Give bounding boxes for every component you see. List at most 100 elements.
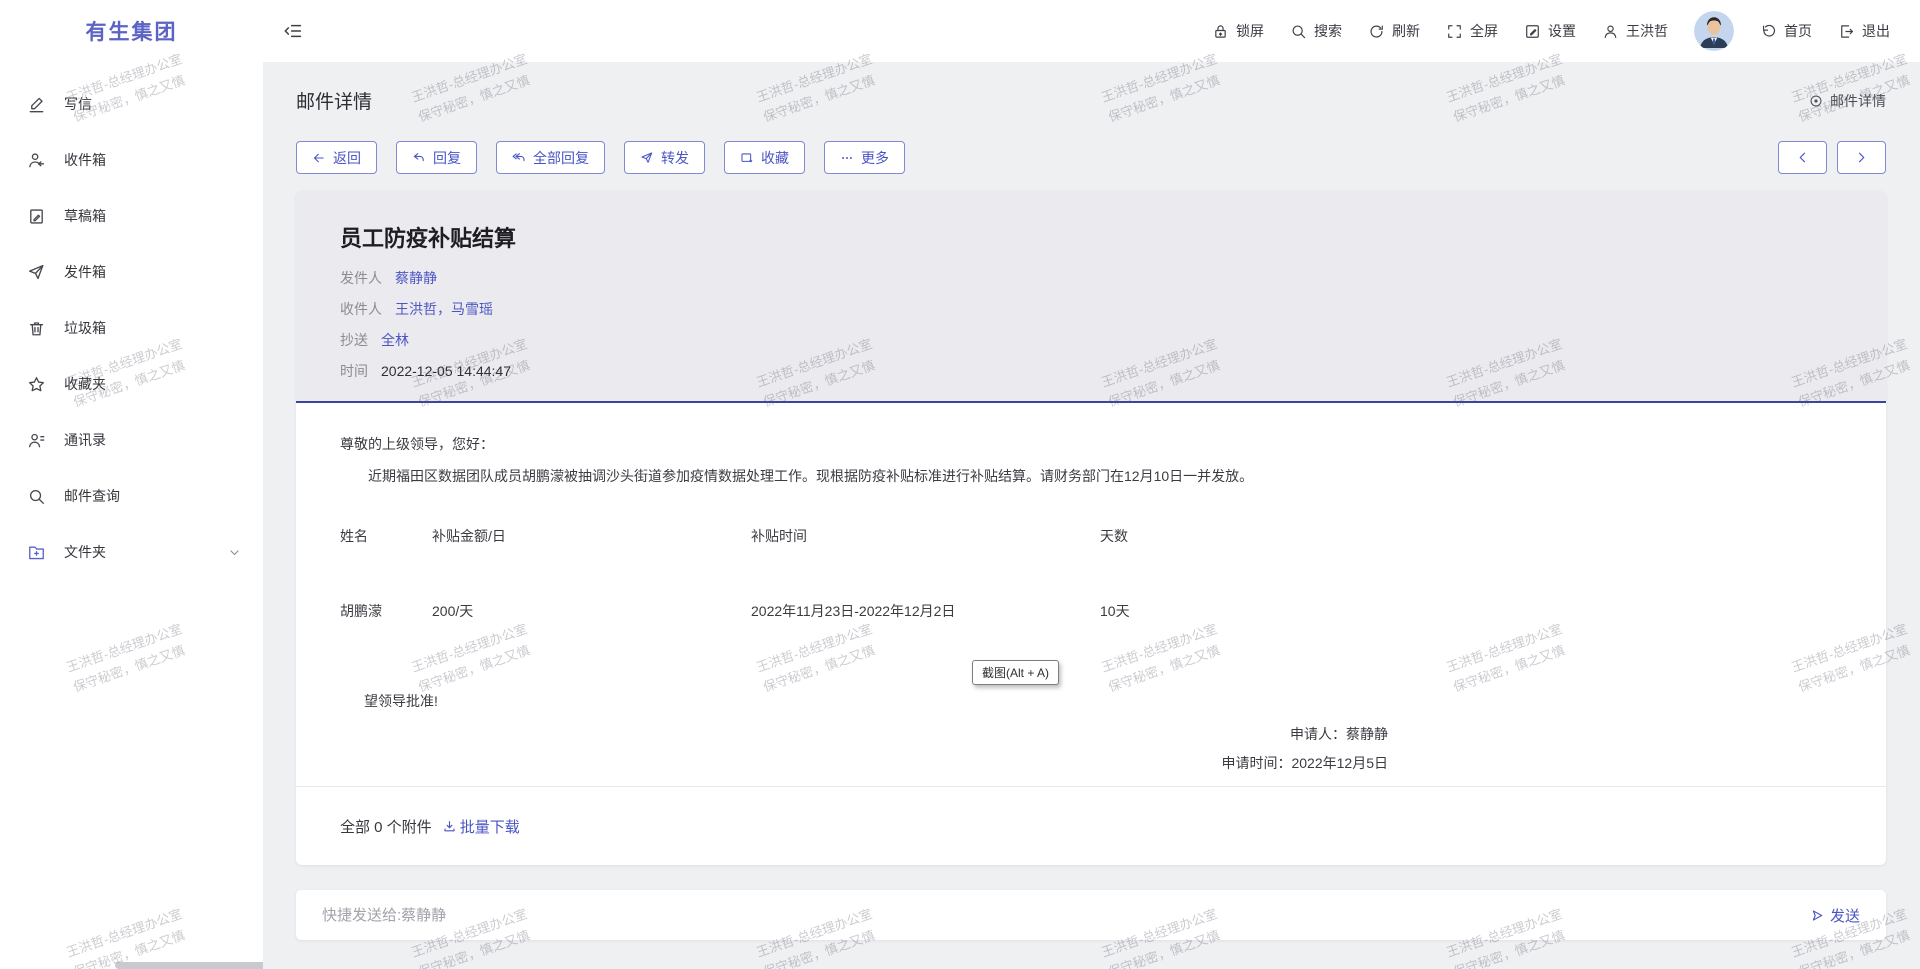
batch-download-link[interactable]: 批量下载 — [442, 816, 520, 837]
topbar-actions: 锁屏 搜索 刷新 全屏 设置 — [1212, 11, 1890, 51]
sidebar-item-compose[interactable]: 写信 — [0, 76, 263, 132]
prev-mail-button[interactable] — [1778, 141, 1827, 174]
reply-all-button[interactable]: 全部回复 — [496, 141, 605, 174]
mail-time-row: 时间2022-12-05 14:44:47 — [340, 356, 1842, 387]
quick-send-bar: 发送 — [296, 890, 1886, 940]
table-header-cell: 补贴时间 — [751, 525, 1100, 547]
attachment-bar: 全部 0 个附件 批量下载 — [296, 787, 1886, 865]
send-triangle-icon — [1810, 908, 1825, 923]
topbar-item-label: 首页 — [1784, 21, 1812, 41]
reply-arrow-icon — [412, 151, 426, 165]
star-icon — [27, 375, 46, 394]
reply-all-arrow-icon — [512, 151, 526, 165]
sidebar-item-drafts[interactable]: 草稿箱 — [0, 188, 263, 244]
paper-plane-icon — [640, 151, 654, 165]
page-title: 邮件详情 — [296, 87, 372, 114]
topbar-item-lockscreen[interactable]: 锁屏 — [1212, 21, 1264, 41]
cc-contact-link[interactable]: 全林 — [381, 332, 409, 348]
sidebar-item-label: 垃圾箱 — [64, 318, 106, 338]
chevron-left-icon — [1796, 151, 1809, 164]
to-contact-links[interactable]: 王洪哲，马雪瑶 — [395, 301, 493, 317]
topbar-item-label: 锁屏 — [1236, 21, 1264, 41]
sidebar-item-mail-search[interactable]: 邮件查询 — [0, 468, 263, 524]
sidebar-item-label: 文件夹 — [64, 542, 106, 562]
lock-icon — [1212, 23, 1229, 40]
table-cell: 胡鹏濛 — [340, 600, 432, 622]
mail-cc-row: 抄送全林 — [340, 325, 1842, 356]
ellipsis-icon — [840, 151, 854, 165]
content-area: 邮件详情 邮件详情 返回 回复 — [263, 62, 1920, 969]
undo-arrow-icon — [1760, 23, 1777, 40]
app-root: 有生集团 写信 收件箱 草稿箱 发件箱 垃圾箱 — [0, 0, 1920, 969]
table-header-cell: 补贴金额/日 — [432, 525, 751, 547]
button-label: 更多 — [861, 148, 889, 168]
from-contact-link[interactable]: 蔡静静 — [395, 270, 437, 286]
from-label: 发件人 — [340, 270, 382, 286]
chevron-down-icon[interactable] — [228, 546, 241, 559]
user-avatar[interactable] — [1694, 11, 1734, 51]
menu-fold-icon[interactable] — [283, 21, 303, 41]
arrow-left-icon — [312, 151, 326, 165]
topbar-item-logout[interactable]: 退出 — [1838, 21, 1890, 41]
sidebar-item-label: 收藏夹 — [64, 374, 106, 394]
mail-table-header: 姓名 补贴金额/日 补贴时间 天数 — [340, 525, 1388, 547]
reply-button[interactable]: 回复 — [396, 141, 477, 174]
topbar-item-home[interactable]: 首页 — [1760, 21, 1812, 41]
main-column: 锁屏 搜索 刷新 全屏 设置 — [263, 0, 1920, 969]
topbar-item-refresh[interactable]: 刷新 — [1368, 21, 1420, 41]
sidebar-item-label: 发件箱 — [64, 262, 106, 282]
topbar-item-label: 搜索 — [1314, 21, 1342, 41]
mail-paragraph: 近期福田区数据团队成员胡鹏濛被抽调沙头街道参加疫情数据处理工作。现根据防疫补贴标… — [340, 465, 1388, 487]
sidebar-item-label: 邮件查询 — [64, 486, 120, 506]
quick-send-input[interactable] — [322, 907, 1810, 924]
refresh-icon — [1368, 23, 1385, 40]
topbar: 锁屏 搜索 刷新 全屏 设置 — [263, 0, 1920, 62]
sidebar-item-contacts[interactable]: 通讯录 — [0, 412, 263, 468]
topbar-item-profile[interactable]: 王洪哲 — [1602, 21, 1668, 41]
table-header-cell: 天数 — [1100, 525, 1388, 547]
next-mail-button[interactable] — [1837, 141, 1886, 174]
content-header: 邮件详情 邮件详情 — [296, 62, 1886, 114]
download-icon — [442, 819, 457, 834]
button-label: 回复 — [433, 148, 461, 168]
sidebar-item-inbox[interactable]: 收件箱 — [0, 132, 263, 188]
mail-from-row: 发件人蔡静静 — [340, 263, 1842, 294]
favorite-button[interactable]: 收藏 — [724, 141, 805, 174]
mail-closing: 望领导批准! — [340, 690, 1388, 712]
topbar-item-search[interactable]: 搜索 — [1290, 21, 1342, 41]
mail-body: 尊敬的上级领导，您好： 近期福田区数据团队成员胡鹏濛被抽调沙头街道参加疫情数据处… — [296, 403, 1886, 778]
sidebar-item-folders[interactable]: 文件夹 — [0, 524, 263, 580]
sidebar-item-trash[interactable]: 垃圾箱 — [0, 300, 263, 356]
sidebar-item-sent[interactable]: 发件箱 — [0, 244, 263, 300]
topbar-item-label: 设置 — [1548, 21, 1576, 41]
button-label: 收藏 — [761, 148, 789, 168]
batch-download-label: 批量下载 — [460, 816, 520, 837]
sidebar-item-label: 收件箱 — [64, 150, 106, 170]
attachment-summary: 全部 0 个附件 — [340, 816, 432, 837]
mail-greeting: 尊敬的上级领导，您好： — [340, 433, 1388, 455]
mail-card: 员工防疫补贴结算 发件人蔡静静 收件人王洪哲，马雪瑶 抄送全林 时间2022-1… — [296, 191, 1886, 865]
mail-signature: 申请人：蔡静静 申请时间：2022年12月5日 — [340, 720, 1388, 778]
sidebar-item-label: 草稿箱 — [64, 206, 106, 226]
topbar-item-fullscreen[interactable]: 全屏 — [1446, 21, 1498, 41]
button-label: 全部回复 — [533, 148, 589, 168]
to-label: 收件人 — [340, 301, 382, 317]
trash-icon — [27, 319, 46, 338]
topbar-item-settings[interactable]: 设置 — [1524, 21, 1576, 41]
mail-pager — [1778, 141, 1886, 174]
button-label: 转发 — [661, 148, 689, 168]
send-button[interactable]: 发送 — [1810, 905, 1860, 926]
inbox-icon — [27, 151, 46, 170]
table-header-cell: 姓名 — [340, 525, 432, 547]
horizontal-scrollbar-thumb[interactable] — [115, 962, 266, 969]
more-button[interactable]: 更多 — [824, 141, 905, 174]
back-button[interactable]: 返回 — [296, 141, 377, 174]
mail-table-row: 胡鹏濛 200/天 2022年11月23日-2022年12月2日 10天 — [340, 600, 1388, 622]
sent-icon — [27, 263, 46, 282]
sidebar-nav: 写信 收件箱 草稿箱 发件箱 垃圾箱 收藏夹 — [0, 62, 263, 580]
breadcrumb-label: 邮件详情 — [1830, 91, 1886, 111]
forward-button[interactable]: 转发 — [624, 141, 705, 174]
mail-subject: 员工防疫补贴结算 — [340, 221, 1842, 253]
sidebar-item-favorites[interactable]: 收藏夹 — [0, 356, 263, 412]
topbar-item-label: 刷新 — [1392, 21, 1420, 41]
